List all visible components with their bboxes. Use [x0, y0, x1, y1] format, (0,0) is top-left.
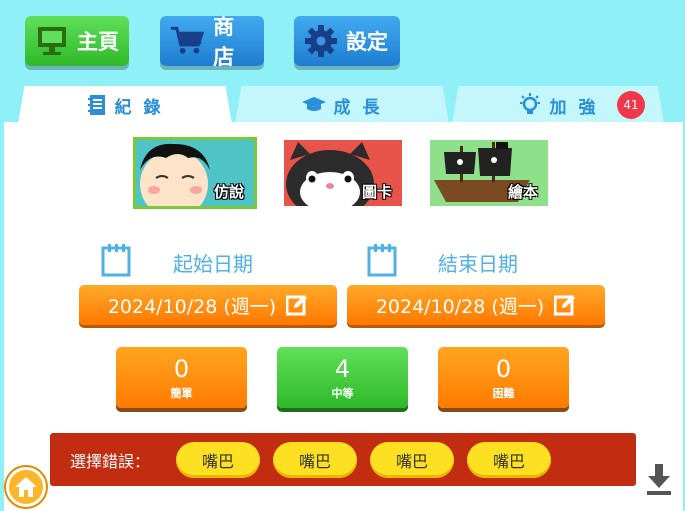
monitor-icon — [38, 27, 66, 55]
error-choice-pill[interactable]: 嘴巴 — [467, 441, 551, 478]
end-date-value: 2024/10/28 (週一) — [375, 295, 545, 318]
error-choice-pill[interactable]: 嘴巴 — [273, 441, 357, 478]
floating-home-button[interactable] — [6, 467, 46, 507]
start-date-button[interactable]: 2024/10/28 (週一) — [79, 285, 337, 325]
tab-records[interactable]: 紀 錄 — [18, 86, 232, 124]
error-choices-bar: 選擇錯誤： 嘴巴 嘴巴 嘴巴 嘴巴 — [50, 433, 636, 486]
graduation-cap-icon — [301, 97, 326, 111]
cart-icon — [170, 26, 205, 54]
stat-medium-value: 4 — [334, 354, 351, 383]
tab-boost-label: 加 強 — [549, 97, 599, 118]
category-picture-books[interactable]: 繪本 — [430, 140, 548, 206]
calendar-icon — [367, 244, 397, 277]
error-choice-pill[interactable]: 嘴巴 — [370, 441, 454, 478]
settings-label: 設定 — [346, 30, 388, 54]
shop-button[interactable]: 商店 — [160, 15, 264, 69]
notebook-icon — [87, 95, 105, 115]
category-imitation-label: 仿說 — [213, 183, 244, 201]
stat-hard[interactable]: 0 困難 — [438, 347, 569, 408]
start-date-value: 2024/10/28 (週一) — [107, 295, 277, 318]
gear-icon — [305, 25, 337, 57]
error-choice-pill[interactable]: 嘴巴 — [176, 441, 260, 478]
stat-hard-label: 困難 — [492, 386, 515, 400]
lightbulb-icon — [519, 93, 540, 114]
category-picture-books-label: 繪本 — [507, 183, 538, 201]
calendar-icon — [101, 244, 131, 277]
download-icon[interactable] — [646, 462, 672, 496]
stat-easy[interactable]: 0 簡單 — [116, 347, 247, 408]
tab-growth-label: 成 長 — [333, 97, 383, 118]
stat-easy-value: 0 — [173, 354, 190, 383]
error-choices-label: 選擇錯誤： — [70, 451, 151, 471]
stat-easy-label: 簡單 — [170, 386, 193, 400]
notification-badge: 41 — [617, 91, 645, 119]
settings-button[interactable]: 設定 — [294, 16, 400, 66]
start-date-label: 起始日期 — [173, 252, 253, 276]
stat-medium-label: 中等 — [331, 386, 354, 400]
shop-label: 商店 — [213, 15, 235, 69]
edit-icon — [286, 295, 308, 316]
tab-records-label: 紀 錄 — [114, 97, 164, 118]
stat-medium[interactable]: 4 中等 — [277, 347, 408, 408]
stat-hard-value: 0 — [495, 354, 512, 383]
end-date-label: 結束日期 — [438, 252, 518, 276]
edit-icon — [554, 295, 576, 316]
category-imitation[interactable]: 仿說 — [133, 137, 257, 209]
category-picture-cards[interactable]: 圖卡 — [284, 140, 402, 206]
home-icon — [15, 477, 37, 497]
end-date-button[interactable]: 2024/10/28 (週一) — [347, 285, 605, 325]
category-picture-cards-label: 圖卡 — [361, 183, 392, 201]
home-label: 主頁 — [77, 30, 119, 54]
home-button[interactable]: 主頁 — [25, 16, 129, 66]
tab-growth[interactable]: 成 長 — [235, 86, 449, 124]
